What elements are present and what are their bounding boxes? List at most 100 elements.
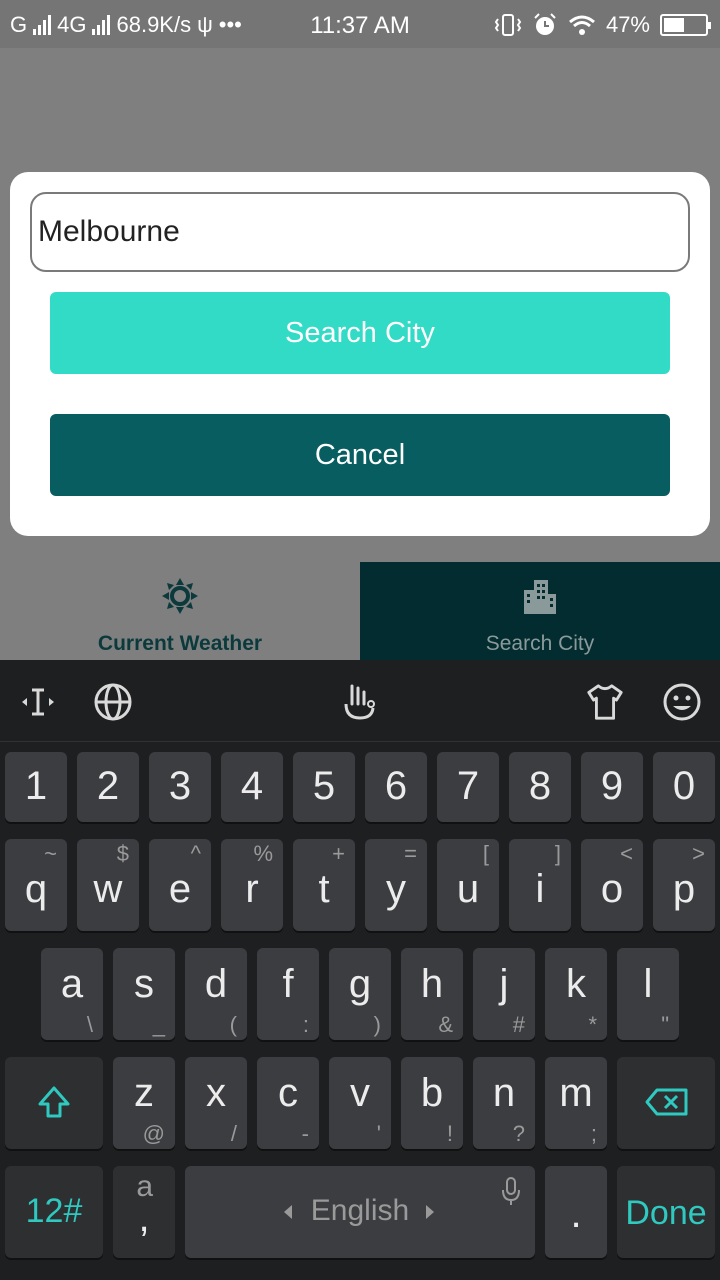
key-label: . bbox=[570, 1192, 582, 1236]
globe-icon[interactable] bbox=[93, 682, 133, 722]
key-sub-label: : bbox=[302, 1012, 309, 1037]
key-label: l bbox=[643, 962, 653, 1006]
key-label: d bbox=[204, 962, 228, 1006]
key-x[interactable]: x / bbox=[185, 1057, 247, 1149]
key-d[interactable]: d( bbox=[185, 948, 247, 1040]
symbols-key[interactable]: 12# bbox=[5, 1166, 103, 1258]
key-1[interactable]: 1 bbox=[5, 752, 67, 822]
key-label: z bbox=[134, 1071, 154, 1115]
key-0[interactable]: 0 bbox=[653, 752, 715, 822]
key-c[interactable]: c- bbox=[257, 1057, 319, 1149]
key-sub-label: - bbox=[301, 1121, 309, 1146]
key-8[interactable]: 8 bbox=[509, 752, 571, 822]
key-o[interactable]: o < bbox=[581, 839, 643, 931]
key-sub-label: ' bbox=[376, 1121, 381, 1146]
key-label: b bbox=[420, 1071, 444, 1115]
key-e[interactable]: e ^ bbox=[149, 839, 211, 931]
key-sub-label: ! bbox=[446, 1121, 453, 1146]
key-f[interactable]: f: bbox=[257, 948, 319, 1040]
shift-key[interactable] bbox=[5, 1057, 103, 1149]
key-j[interactable]: j # bbox=[473, 948, 535, 1040]
bottom-navigation: Current Weather Search City bbox=[0, 562, 720, 660]
cursor-move-icon[interactable] bbox=[18, 682, 58, 722]
key-label: n bbox=[492, 1071, 516, 1115]
key-k[interactable]: k * bbox=[545, 948, 607, 1040]
key-q[interactable]: q ~ bbox=[5, 839, 67, 931]
shirt-theme-icon[interactable] bbox=[585, 682, 625, 722]
key-label: c bbox=[278, 1071, 298, 1115]
key-s[interactable]: s _ bbox=[113, 948, 175, 1040]
key-sub-label: & bbox=[438, 1012, 453, 1037]
key-h[interactable]: h & bbox=[401, 948, 463, 1040]
key-sup-label: ] bbox=[554, 841, 561, 866]
key-6[interactable]: 6 bbox=[365, 752, 427, 822]
touch-gesture-icon[interactable] bbox=[340, 682, 380, 722]
key-y[interactable]: y = bbox=[365, 839, 427, 931]
key-l[interactable]: l " bbox=[617, 948, 679, 1040]
key-label: f bbox=[282, 962, 294, 1006]
emoji-icon[interactable] bbox=[662, 682, 702, 722]
key-m[interactable]: m; bbox=[545, 1057, 607, 1149]
key-sub-label: @ bbox=[142, 1121, 165, 1146]
key-b[interactable]: b! bbox=[401, 1057, 463, 1149]
period-key[interactable]: . bbox=[545, 1166, 607, 1258]
key-label: i bbox=[535, 867, 545, 911]
space-key[interactable]: English bbox=[185, 1166, 535, 1258]
language-right-arrow-icon bbox=[426, 1205, 434, 1219]
comma-key[interactable]: ,a bbox=[113, 1166, 175, 1258]
key-t[interactable]: t + bbox=[293, 839, 355, 931]
key-sub-label: _ bbox=[152, 1012, 165, 1037]
key-sub-label: # bbox=[512, 1012, 525, 1037]
done-key[interactable]: Done bbox=[617, 1166, 715, 1258]
key-sub-label: " bbox=[661, 1012, 669, 1037]
alarm-icon bbox=[534, 13, 556, 35]
key-label: Done bbox=[625, 1194, 707, 1232]
key-u[interactable]: u[ bbox=[437, 839, 499, 931]
tab-label: Search City bbox=[485, 632, 595, 655]
key-w[interactable]: w $ bbox=[77, 839, 139, 931]
key-label: p bbox=[672, 867, 696, 911]
key-4[interactable]: 4 bbox=[221, 752, 283, 822]
microphone-icon bbox=[502, 1177, 520, 1205]
key-p[interactable]: p > bbox=[653, 839, 715, 931]
key-5[interactable]: 5 bbox=[293, 752, 355, 822]
key-label: a bbox=[60, 962, 84, 1006]
key-v[interactable]: v ' bbox=[329, 1057, 391, 1149]
key-label: 0 bbox=[672, 764, 696, 808]
backspace-key[interactable] bbox=[617, 1057, 715, 1149]
key-a[interactable]: a \ bbox=[41, 948, 103, 1040]
key-7[interactable]: 7 bbox=[437, 752, 499, 822]
wifi-icon bbox=[568, 15, 595, 35]
key-label: 6 bbox=[384, 764, 408, 808]
cancel-button[interactable]: Cancel bbox=[50, 414, 670, 496]
key-label: 5 bbox=[312, 764, 336, 808]
key-label: h bbox=[420, 962, 444, 1006]
key-9[interactable]: 9 bbox=[581, 752, 643, 822]
key-sup-label: a bbox=[136, 1170, 153, 1203]
key-2[interactable]: 2 bbox=[77, 752, 139, 822]
key-n[interactable]: n? bbox=[473, 1057, 535, 1149]
key-sub-label: ; bbox=[590, 1121, 597, 1146]
tab-search-city[interactable]: Search City bbox=[360, 562, 720, 660]
battery-percent: 47% bbox=[605, 12, 650, 37]
tab-current-weather[interactable]: Current Weather bbox=[0, 562, 360, 660]
key-sup-label: % bbox=[253, 841, 273, 866]
key-sub-label: ( bbox=[229, 1012, 237, 1037]
key-label: 8 bbox=[528, 764, 552, 808]
key-label: w bbox=[93, 867, 123, 911]
key-label: x bbox=[206, 1071, 226, 1115]
key-i[interactable]: i] bbox=[509, 839, 571, 931]
key-3[interactable]: 3 bbox=[149, 752, 211, 822]
key-sup-label: > bbox=[692, 841, 705, 866]
search-city-button[interactable]: Search City bbox=[50, 292, 670, 374]
city-input[interactable] bbox=[30, 192, 690, 272]
key-z[interactable]: z @ bbox=[113, 1057, 175, 1149]
key-label: t bbox=[318, 867, 330, 911]
key-sup-label: < bbox=[620, 841, 633, 866]
backspace-icon bbox=[645, 1088, 688, 1116]
key-label: m bbox=[559, 1071, 593, 1115]
key-sup-label: ^ bbox=[190, 841, 201, 866]
key-sup-label: [ bbox=[482, 841, 489, 866]
key-r[interactable]: r% bbox=[221, 839, 283, 931]
key-g[interactable]: g) bbox=[329, 948, 391, 1040]
